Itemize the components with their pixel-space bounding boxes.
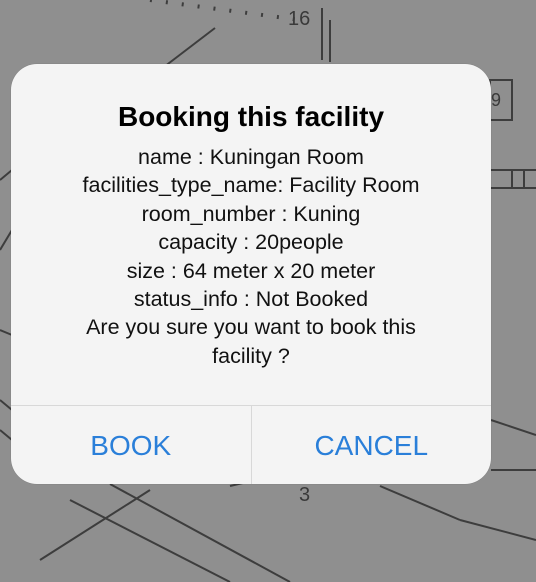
detail-size: size : 64 meter x 20 meter — [126, 258, 376, 283]
detail-name: name : Kuningan Room — [138, 145, 364, 169]
alert-actions: BOOK CANCEL — [11, 405, 491, 484]
cancel-button[interactable]: CANCEL — [252, 406, 492, 484]
map-label-9: 9 — [491, 90, 502, 110]
alert-title: Booking this facility — [117, 101, 385, 132]
map-label-3: 3 — [299, 484, 311, 506]
map-label-16: 16 — [288, 8, 311, 30]
booking-alert-dialog: Booking this facility name : Kuningan Ro… — [11, 64, 491, 484]
detail-room-number: room_number : Kuning — [141, 201, 361, 226]
alert-message-area: Booking this facility name : Kuningan Ro… — [11, 64, 491, 405]
alert-details: name : Kuningan Room facilities_type_nam… — [35, 143, 467, 370]
confirm-question: Are you sure you want to book this facil… — [86, 315, 416, 368]
detail-status: status_info : Not Booked — [133, 287, 369, 312]
detail-facility-type: facilities_type_name: Facility Room — [82, 173, 420, 198]
detail-capacity: capacity : 20people — [158, 230, 344, 255]
book-button[interactable]: BOOK — [11, 406, 251, 484]
